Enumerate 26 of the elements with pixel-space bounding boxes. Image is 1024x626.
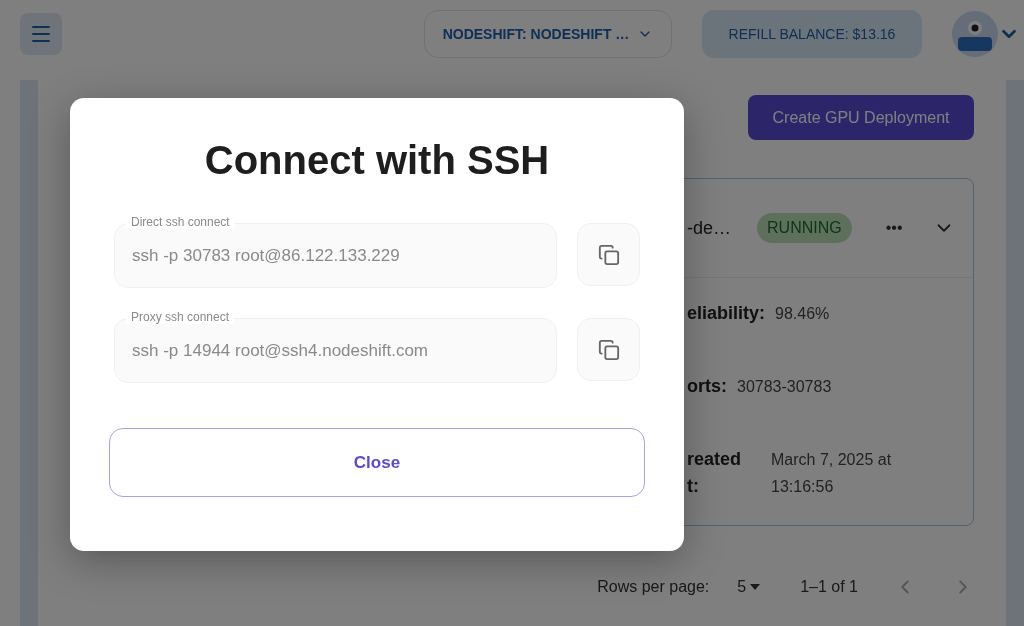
dropdown-icon xyxy=(750,584,761,590)
deployment-name: -de… xyxy=(687,217,731,239)
create-deployment-button[interactable]: Create GPU Deployment xyxy=(748,95,974,140)
detail-label: eliability: xyxy=(687,302,766,325)
status-badge: RUNNING xyxy=(757,213,852,243)
field-label: Direct ssh connect xyxy=(126,215,235,229)
detail-value: March 7, 2025 at 13:16:56 xyxy=(771,450,893,497)
field-label: Proxy ssh connect xyxy=(126,310,235,324)
close-button[interactable]: Close xyxy=(109,428,645,497)
copy-icon xyxy=(597,243,620,266)
refill-balance-button[interactable]: REFILL BALANCE: $13.16 xyxy=(702,10,922,58)
detail-label: reated t: xyxy=(687,448,742,498)
organization-selector[interactable]: NODESHIFT: NODESHIFT … xyxy=(424,10,672,58)
more-button[interactable]: ••• xyxy=(885,219,903,237)
copy-icon xyxy=(597,338,620,361)
detail-value: 98.46% xyxy=(775,304,830,324)
avatar-icon[interactable] xyxy=(952,11,998,57)
copy-button[interactable] xyxy=(577,223,640,286)
rows-per-page-select[interactable]: 5 xyxy=(737,578,761,596)
detail-label: orts: xyxy=(687,375,727,398)
detail-value: 30783-30783 xyxy=(737,377,832,397)
page-range: 1–1 of 1 xyxy=(800,578,858,596)
menu-button[interactable] xyxy=(20,13,62,55)
copy-button[interactable] xyxy=(577,318,640,381)
dialog-title: Connect with SSH xyxy=(204,138,550,183)
rows-per-page-label: Rows per page: xyxy=(597,578,710,596)
